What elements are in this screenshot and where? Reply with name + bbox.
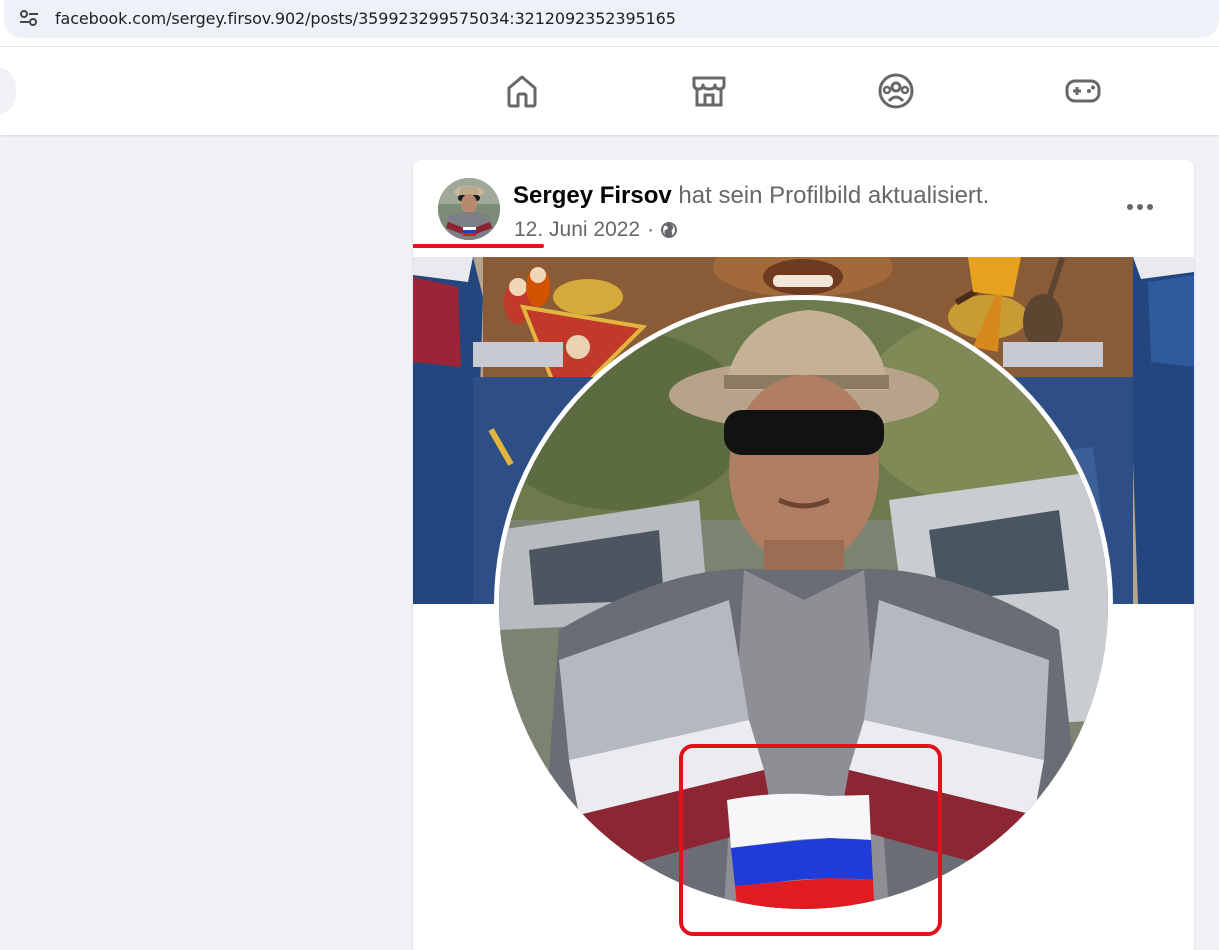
tune-icon[interactable] — [18, 8, 40, 28]
search-button[interactable] — [0, 67, 16, 115]
groups-icon[interactable] — [875, 70, 917, 112]
globe-icon[interactable] — [660, 221, 678, 239]
gaming-icon[interactable] — [1062, 70, 1104, 112]
more-options-icon[interactable] — [1125, 195, 1155, 219]
flag-annotation-box — [679, 744, 942, 936]
marketplace-icon[interactable] — [688, 70, 730, 112]
post-action-text: hat sein Profilbild aktualisiert. — [678, 182, 990, 209]
meta-separator: · — [647, 218, 655, 241]
author-avatar[interactable] — [438, 178, 500, 240]
url-text[interactable]: facebook.com/sergey.firsov.902/posts/359… — [55, 9, 676, 28]
date-annotation-underline — [413, 244, 544, 248]
post-header-text: Sergey Firsov hat sein Profilbild aktual… — [513, 182, 989, 210]
post-date-link[interactable]: 12. Juni 2022 — [514, 218, 640, 242]
home-icon[interactable] — [501, 70, 543, 112]
browser-address-bar: facebook.com/sergey.firsov.902/posts/359… — [0, 0, 1219, 46]
post-meta: 12. Juni 2022 · — [514, 218, 678, 242]
top-navigation — [0, 46, 1219, 135]
author-name[interactable]: Sergey Firsov — [513, 182, 672, 209]
address-field[interactable]: facebook.com/sergey.firsov.902/posts/359… — [4, 0, 1219, 38]
